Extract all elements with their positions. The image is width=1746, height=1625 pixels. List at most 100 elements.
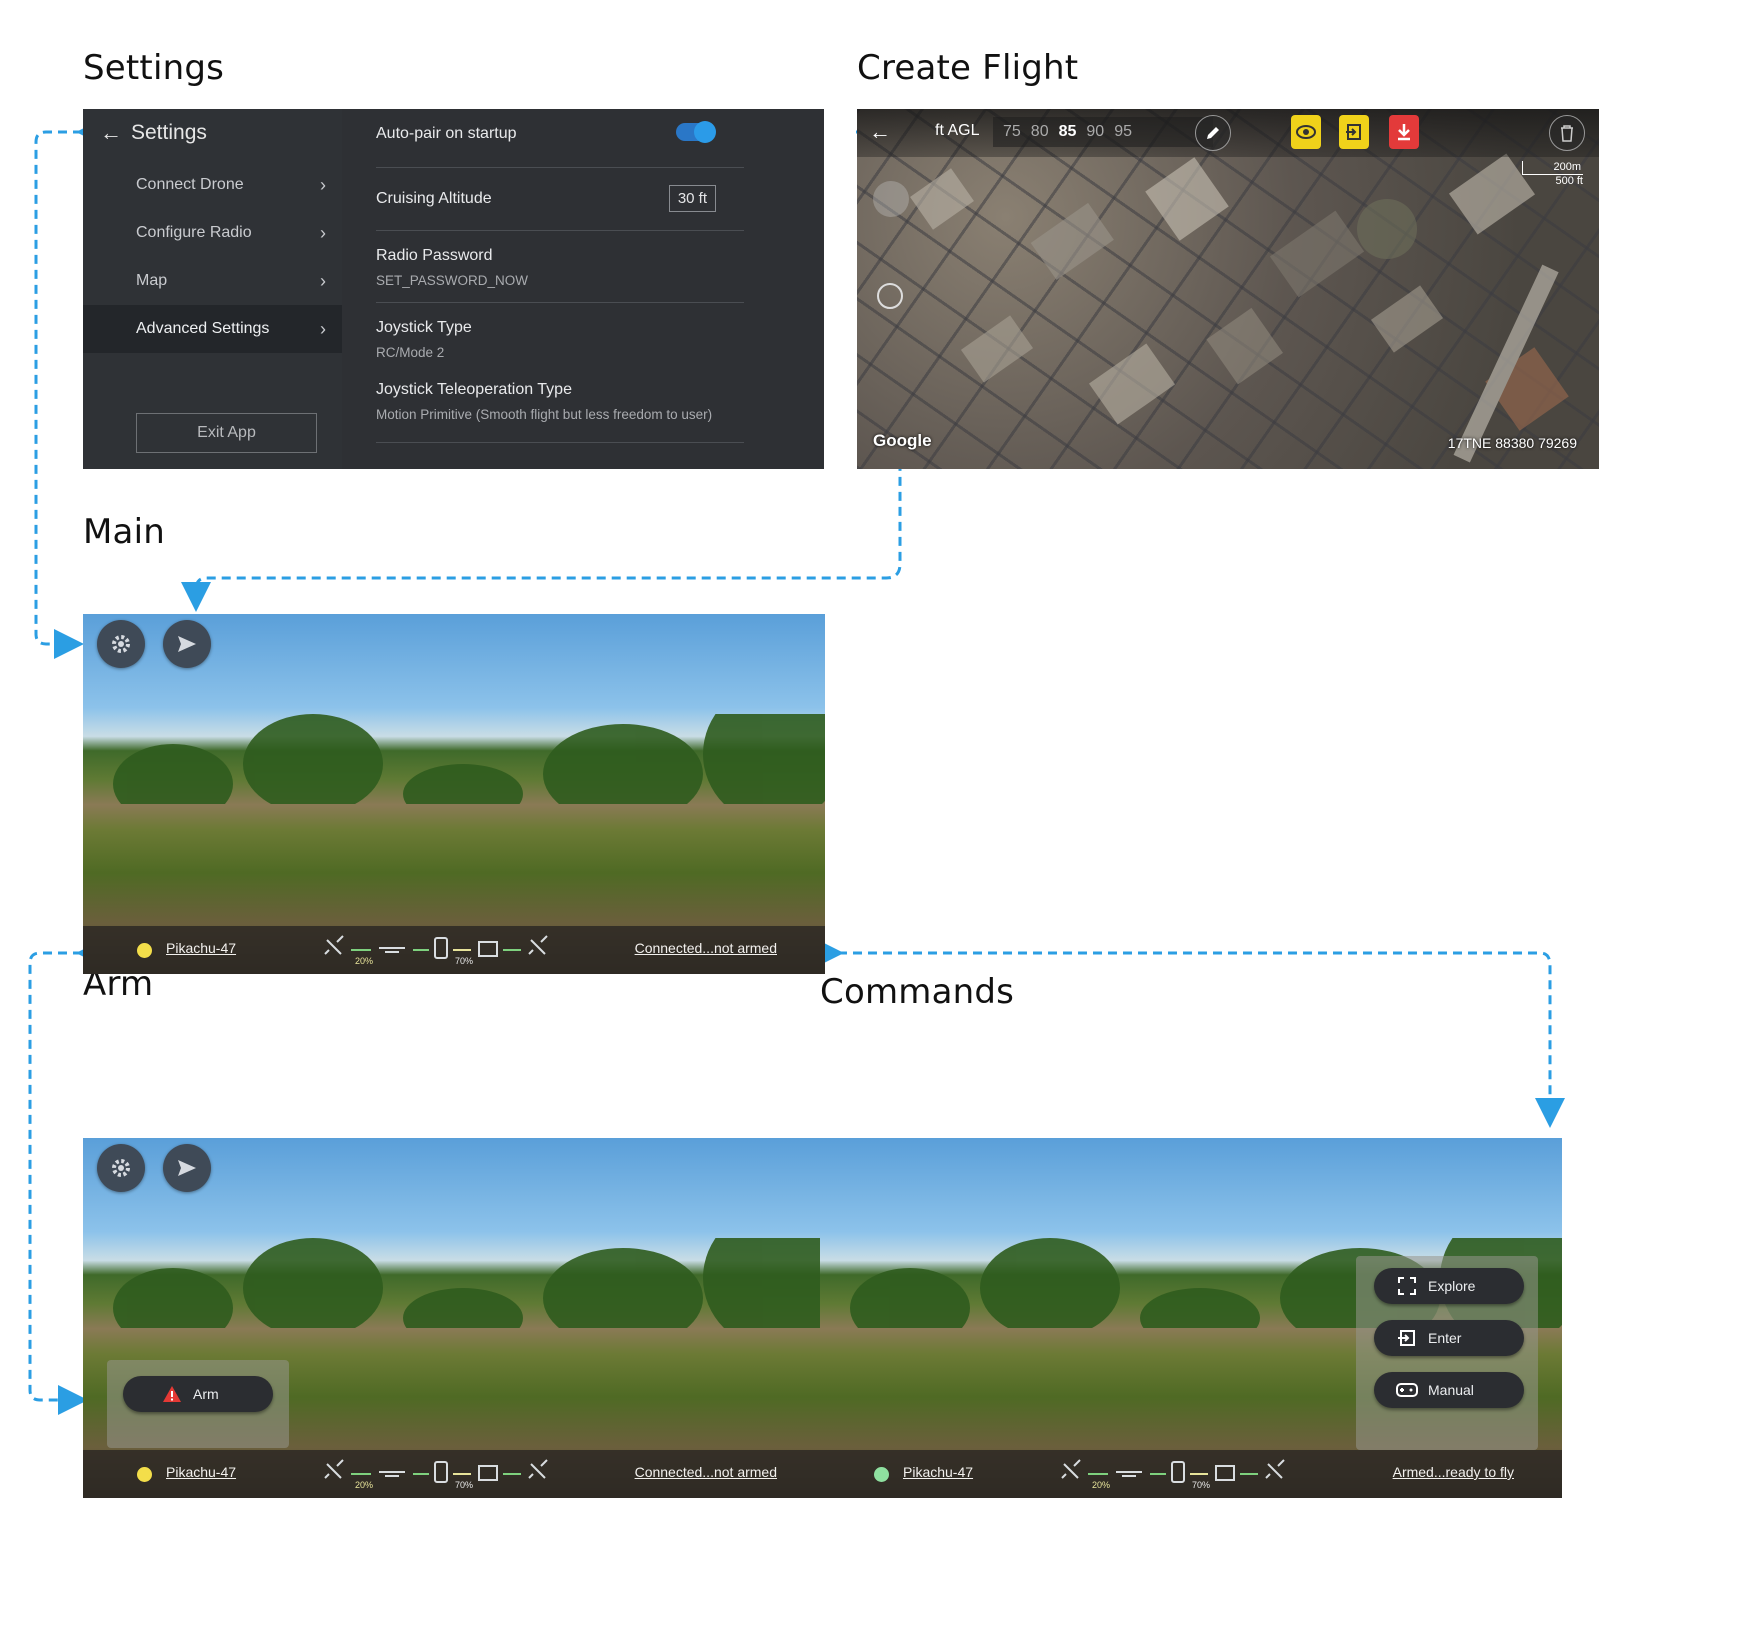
connector-main-arm — [28, 938, 106, 1415]
joystick-type-label: Joystick Type — [376, 319, 472, 336]
sidebar-item-configure-radio[interactable]: Configure Radio › — [83, 209, 342, 257]
drone-name-link[interactable]: Pikachu-47 — [166, 940, 236, 956]
commands-title: Commands — [820, 972, 1015, 1012]
compass-icon[interactable] — [873, 181, 909, 217]
drone-battery-pct: 20% — [1092, 1480, 1111, 1490]
teleop-type-label: Joystick Teleoperation Type — [376, 381, 572, 398]
warning-icon — [161, 1383, 183, 1405]
joystick-type-value: RC/Mode 2 — [376, 345, 445, 360]
teleop-type-value: Motion Primitive (Smooth flight but less… — [376, 407, 713, 422]
flight-toolbar: ← ft AGL 75 80 85 90 95 — [857, 109, 1599, 157]
altitude-selector[interactable]: 75 80 85 90 95 — [993, 117, 1213, 147]
altitude-unit-label: ft AGL — [935, 122, 980, 139]
expand-icon — [1396, 1275, 1418, 1297]
status-bar: Pikachu-47 20% 70% Connected...not armed — [83, 926, 825, 974]
drone-name-link[interactable]: Pikachu-47 — [166, 1464, 236, 1480]
eye-icon[interactable] — [1291, 115, 1321, 149]
trash-icon[interactable] — [1549, 115, 1585, 151]
create-flight-title: Create Flight — [857, 48, 1079, 88]
toggle-knob — [694, 121, 716, 143]
drone-status-link[interactable]: Connected...not armed — [635, 1464, 777, 1480]
enter-button[interactable]: Enter — [1374, 1320, 1524, 1356]
enter-icon[interactable] — [1339, 115, 1369, 149]
chevron-right-icon: › — [320, 270, 326, 291]
settings-screen: ← Settings Connect Drone › Configure Radi… — [83, 109, 824, 469]
settings-content: Auto-pair on startup Cruising Altitude 3… — [342, 109, 824, 469]
drone-battery-pct: 20% — [355, 956, 374, 966]
altitude-option[interactable]: 90 — [1086, 123, 1104, 141]
cruising-altitude-row: Cruising Altitude 30 ft — [376, 168, 744, 231]
arm-screen: Arm Pikachu-47 20% 70% Connected...not a… — [83, 1138, 825, 1498]
google-logo: Google — [873, 431, 932, 450]
tree-line — [113, 714, 825, 804]
teleop-type-row[interactable]: Joystick Teleoperation Type Motion Primi… — [376, 367, 744, 443]
main-screen: Pikachu-47 20% 70% Connected...not armed — [83, 614, 825, 974]
controller-battery-pct: 70% — [455, 1480, 474, 1490]
drone-status-link[interactable]: Connected...not armed — [635, 940, 777, 956]
create-flight-button[interactable] — [163, 1144, 211, 1192]
sidebar-item-label: Configure Radio — [136, 224, 252, 241]
radio-password-row[interactable]: Radio Password SET_PASSWORD_NOW — [376, 231, 744, 303]
connection-status-dot — [137, 1467, 152, 1482]
sidebar-item-label: Connect Drone — [136, 176, 244, 193]
back-arrow-icon[interactable]: ← — [91, 120, 131, 146]
altitude-option[interactable]: 75 — [1003, 123, 1021, 141]
grid-reference: 17TNE 88380 79269 — [1447, 435, 1577, 451]
altitude-option[interactable]: 95 — [1114, 123, 1132, 141]
radio-password-value: SET_PASSWORD_NOW — [376, 273, 529, 288]
enter-label: Enter — [1428, 1330, 1462, 1346]
locate-me-icon[interactable] — [877, 283, 903, 309]
settings-header-label: Settings — [131, 121, 207, 144]
explore-label: Explore — [1428, 1278, 1476, 1294]
send-icon — [178, 636, 196, 652]
drone-battery-pct: 20% — [355, 1480, 374, 1490]
manual-button[interactable]: Manual — [1374, 1372, 1524, 1408]
controller-battery-pct: 70% — [1192, 1480, 1211, 1490]
settings-header: ← Settings — [83, 109, 342, 157]
create-flight-screen: ← ft AGL 75 80 85 90 95 200m 500 ft Goog… — [857, 109, 1599, 469]
commands-popup: Explore Enter Manual — [1356, 1256, 1538, 1450]
sidebar-item-connect-drone[interactable]: Connect Drone › — [83, 161, 342, 209]
exit-app-button[interactable]: Exit App — [136, 413, 317, 453]
map-buildings — [910, 153, 1569, 463]
explore-button[interactable]: Explore — [1374, 1268, 1524, 1304]
drone-status-link[interactable]: Armed...ready to fly — [1393, 1464, 1514, 1480]
settings-sidebar: ← Settings Connect Drone › Configure Radi… — [83, 109, 342, 469]
commands-screen: Explore Enter Manual Pikachu-47 20% 70% … — [820, 1138, 1562, 1498]
download-icon[interactable] — [1389, 115, 1419, 149]
gear-icon — [112, 635, 130, 653]
status-bar: Pikachu-47 20% 70% Armed...ready to fly — [820, 1450, 1562, 1498]
back-arrow-icon[interactable]: ← — [869, 119, 891, 145]
altitude-option-selected[interactable]: 85 — [1059, 123, 1077, 141]
status-bar: Pikachu-47 20% 70% Connected...not armed — [83, 1450, 825, 1498]
gear-icon — [112, 1159, 130, 1177]
radio-password-label: Radio Password — [376, 247, 493, 264]
send-icon — [178, 1160, 196, 1176]
joystick-type-row[interactable]: Joystick Type RC/Mode 2 — [376, 303, 744, 367]
drone-name-link[interactable]: Pikachu-47 — [903, 1464, 973, 1480]
connector-settings-main — [34, 117, 106, 659]
autopair-toggle[interactable] — [676, 121, 716, 143]
main-title: Main — [83, 512, 165, 552]
cruising-altitude-field[interactable]: 30 ft — [668, 185, 716, 212]
settings-title: Settings — [83, 48, 225, 88]
autopair-row: Auto-pair on startup — [376, 109, 744, 168]
sidebar-item-advanced-settings[interactable]: Advanced Settings › — [83, 305, 342, 353]
sidebar-item-map[interactable]: Map › — [83, 257, 342, 305]
enter-icon — [1396, 1327, 1418, 1349]
settings-gear-button[interactable] — [97, 620, 145, 668]
arm-button[interactable]: Arm — [123, 1376, 273, 1412]
settings-gear-button[interactable] — [97, 1144, 145, 1192]
arm-label: Arm — [193, 1386, 219, 1402]
scale-imperial: 500 ft — [1555, 175, 1583, 187]
altitude-option[interactable]: 80 — [1031, 123, 1049, 141]
connection-status-dot — [874, 1467, 889, 1482]
manual-label: Manual — [1428, 1382, 1474, 1398]
sidebar-item-label: Map — [136, 272, 168, 289]
pencil-icon[interactable] — [1195, 115, 1231, 151]
arm-popup: Arm — [107, 1360, 289, 1448]
controller-battery-pct: 70% — [455, 956, 474, 966]
map-scale: 200m 500 ft — [1522, 161, 1583, 187]
create-flight-button[interactable] — [163, 620, 211, 668]
chevron-right-icon: › — [320, 222, 326, 243]
